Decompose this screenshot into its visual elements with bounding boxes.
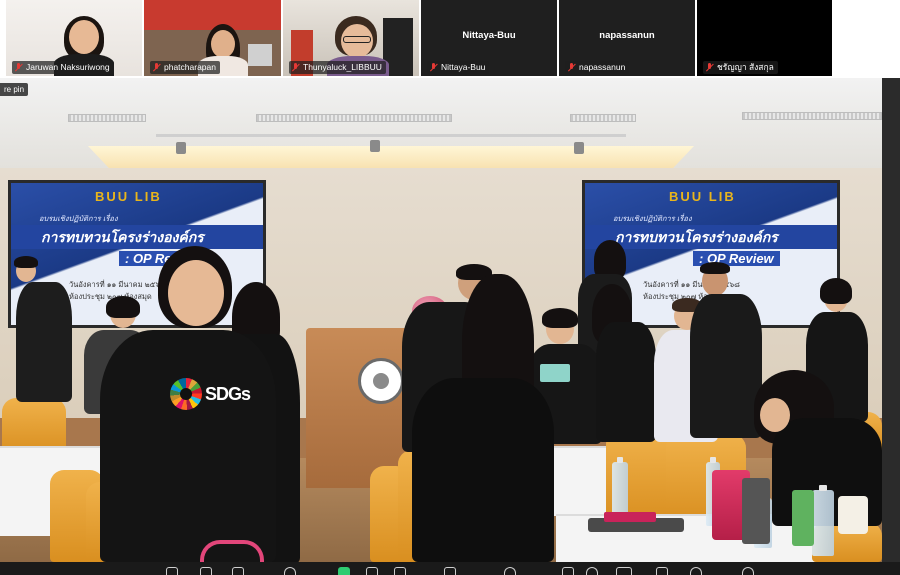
mic-muted-icon <box>14 62 23 73</box>
caption-icon[interactable] <box>742 567 754 575</box>
main-video[interactable]: BUU LIB อบรมเชิงปฏิบัติการ เรื่อง การทบท… <box>0 78 882 562</box>
cup <box>838 496 868 534</box>
apps-icon[interactable] <box>444 567 456 575</box>
participant-center-name: napassanun <box>599 30 655 41</box>
layout-icon[interactable] <box>656 567 668 575</box>
phone <box>604 512 656 522</box>
slide-title: การทบทวนโครงร่างองค์กร <box>615 229 778 245</box>
participant-tile-1[interactable]: Jaruwan Naksuriwong <box>6 0 142 76</box>
participant-name: ชรัญญา สังสกุล <box>717 62 774 72</box>
video-icon[interactable] <box>200 567 212 575</box>
university-seal-icon <box>358 358 404 404</box>
participant-center-name: Nittaya-Buu <box>462 30 516 41</box>
participant-tile-4[interactable]: Nittaya-Buu Nittaya-Buu <box>421 0 557 76</box>
reactions-icon[interactable] <box>394 567 406 575</box>
participant-tile-6[interactable]: ชรัญญา สังสกุล <box>697 0 832 76</box>
participant-name: Jaruwan Naksuriwong <box>26 62 110 72</box>
more-icon[interactable] <box>562 567 574 575</box>
mic-muted-icon <box>567 62 576 73</box>
whiteboard-icon[interactable] <box>504 567 516 575</box>
water-bottle <box>612 457 628 514</box>
participant-name: Thunyaluck_LIBBUU <box>303 62 382 72</box>
view-icon[interactable] <box>616 567 632 575</box>
meeting-toolbar <box>0 562 900 575</box>
participant-tile-5[interactable]: napassanun napassanun <box>559 0 695 76</box>
pin-tag[interactable]: re pin <box>0 83 29 96</box>
chat-icon[interactable] <box>284 567 296 575</box>
mic-muted-icon <box>705 62 714 73</box>
participant-name: phatcharapan <box>164 62 216 72</box>
side-gutter <box>882 78 900 562</box>
sdgs-wheel-icon <box>170 378 202 410</box>
sdgs-logo: SDGs <box>170 378 251 410</box>
water-bottle <box>812 485 834 556</box>
audio-icon[interactable] <box>166 567 178 575</box>
participant-name: Nittaya-Buu <box>441 62 486 72</box>
globe-icon[interactable] <box>690 567 702 575</box>
participant-strip: Jaruwan Naksuriwong phatcharapan Thunyal… <box>0 0 900 78</box>
bag-handle <box>200 540 264 562</box>
slide-title: การทบทวนโครงร่างองค์กร <box>41 229 204 245</box>
mic-muted-icon <box>429 62 438 73</box>
info-icon[interactable] <box>586 567 598 575</box>
mic-muted-icon <box>291 62 300 73</box>
share-screen-icon[interactable] <box>338 567 350 575</box>
participant-face <box>69 20 99 54</box>
zoom-meeting-window: Jaruwan Naksuriwong phatcharapan Thunyal… <box>0 0 900 575</box>
participant-name: napassanun <box>579 62 626 72</box>
participant-tile-2[interactable]: phatcharapan <box>144 0 281 76</box>
record-icon[interactable] <box>366 567 378 575</box>
participants-icon[interactable] <box>232 567 244 575</box>
mic-muted-icon <box>152 62 161 73</box>
participant-tile-3[interactable]: Thunyaluck_LIBBUU <box>283 0 419 76</box>
